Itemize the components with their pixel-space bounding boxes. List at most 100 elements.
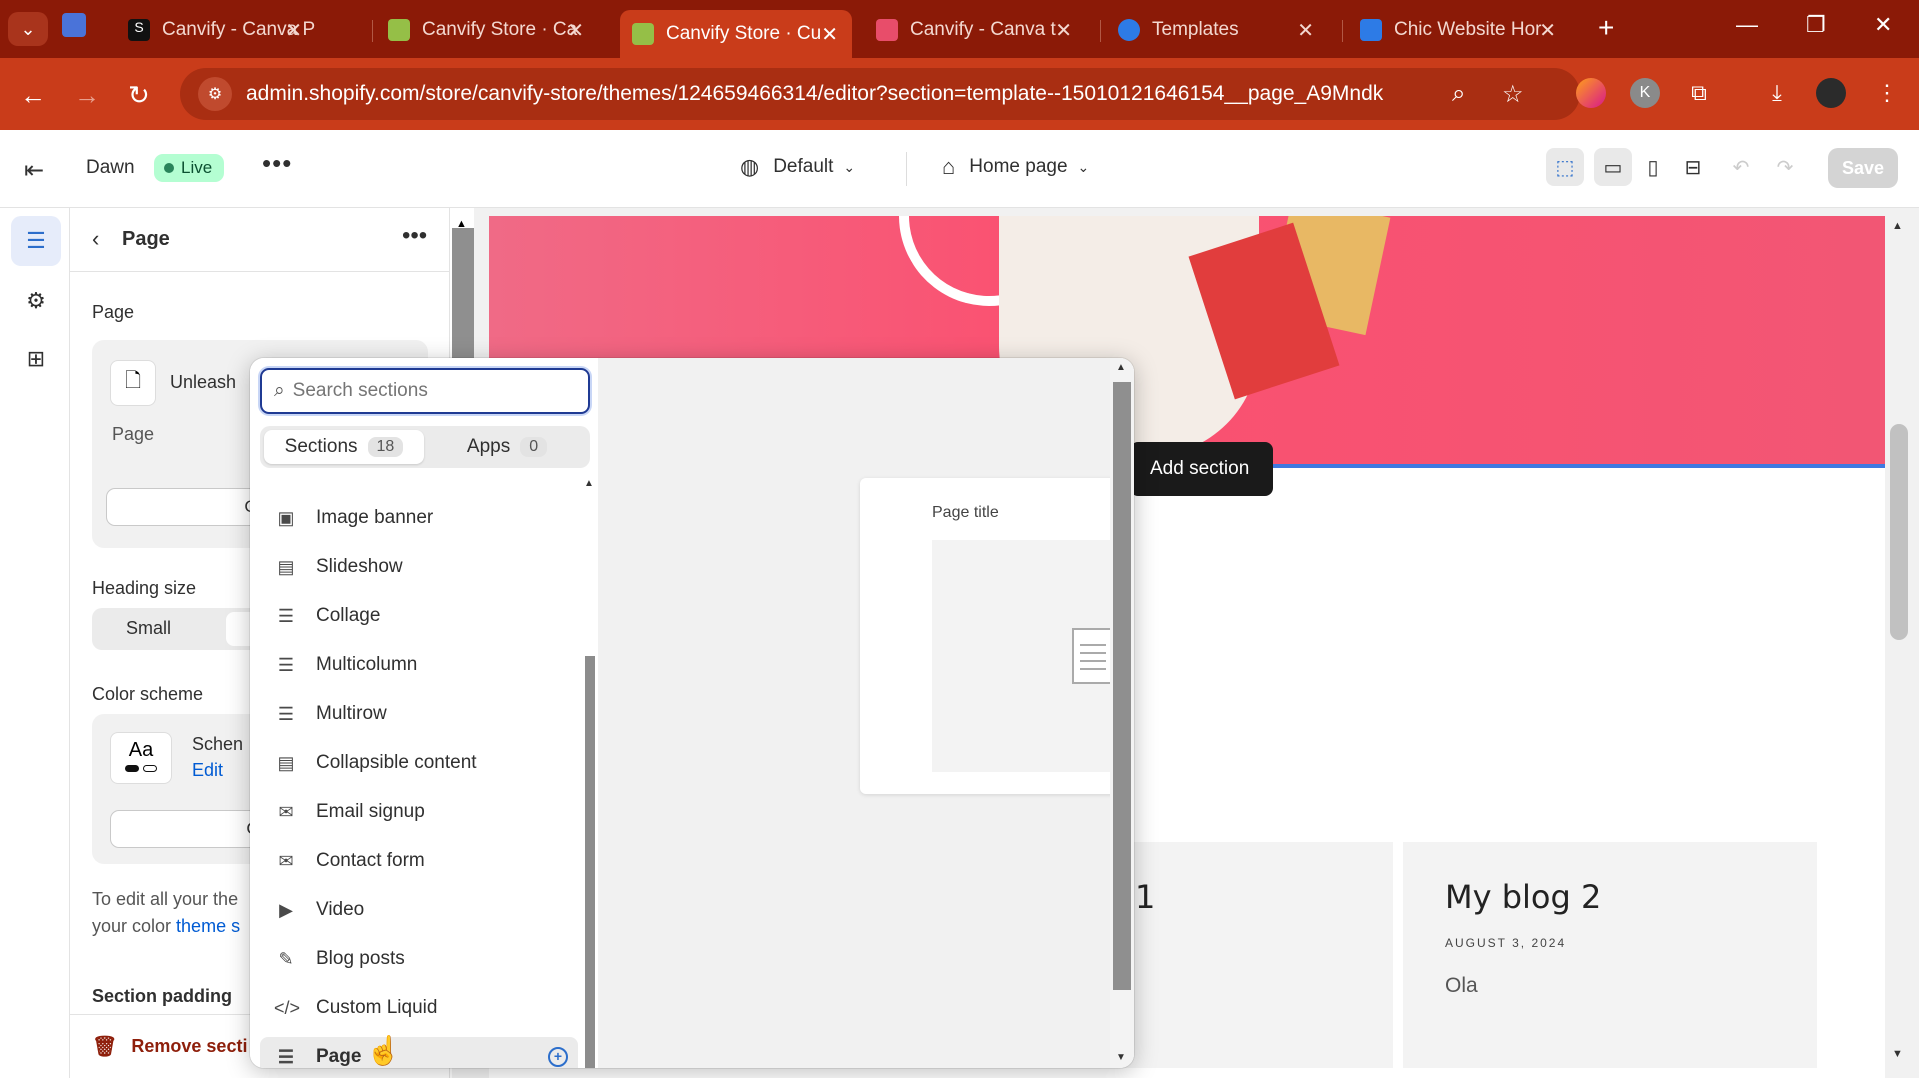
tab-close-icon[interactable]: ✕ [821,22,838,47]
profile-k-avatar[interactable]: K [1630,78,1660,108]
browser-toolbar: ← → ↻ ⚙ admin.shopify.com/store/canvify-… [0,58,1919,130]
picker-scroll-thumb[interactable] [1113,382,1131,990]
browser-tab[interactable]: Chic Website Hor ✕ [1348,10,1570,50]
browser-tab[interactable]: Canvify - Canva t ✕ [864,10,1086,50]
desktop-view-icon[interactable]: ▭ [1594,148,1632,186]
tab-close-icon[interactable]: ✕ [567,18,584,43]
fullscreen-view-icon[interactable]: ⊟ [1674,148,1712,186]
section-item-label: Custom Liquid [316,997,438,1018]
email-icon: ✉ [278,850,294,871]
close-window-icon[interactable]: ✕ [1874,12,1892,38]
canva-favicon-icon [1118,19,1140,41]
mobile-view-icon[interactable]: ▯ [1634,148,1672,186]
scheme-name: Schen [192,734,244,754]
page-selector[interactable]: ⌂ Home page ⌄ [942,154,1089,180]
search-input[interactable] [292,380,563,402]
section-item-multicolumn[interactable]: ☰ Multicolumn [260,645,578,685]
extensions-puzzle-icon[interactable]: ⧉ [1684,78,1714,108]
address-bar[interactable]: ⚙ admin.shopify.com/store/canvify-store/… [180,68,1580,120]
tab-apps[interactable]: Apps 0 [428,430,586,464]
theme-settings-gear-icon[interactable]: ⚙ [11,276,61,326]
tab-separator [372,20,373,42]
reload-icon[interactable]: ↻ [128,80,150,111]
new-tab-plus-icon[interactable]: + [1598,12,1614,44]
undo-icon[interactable]: ↶ [1722,148,1760,186]
template-selector[interactable]: ◍ Default ⌄ [740,154,855,180]
download-icon[interactable]: ⤓ [1762,78,1792,108]
back-arrow-icon[interactable]: ← [20,80,46,111]
section-list-scroll-thumb[interactable] [585,656,595,1068]
list-icon: ▤ [277,752,295,773]
sections-count-badge: 18 [367,437,404,457]
scroll-up-arrow-icon[interactable]: ▲ [1116,362,1126,373]
save-button[interactable]: Save [1828,148,1898,188]
preview-scrollbar[interactable]: ▲ ▼ [1888,216,1910,1078]
scheme-primary-pill [125,765,139,772]
blog-date: AUGUST 3, 2024 [1445,936,1567,950]
minimize-icon[interactable]: — [1736,12,1758,38]
tab-close-icon[interactable]: ✕ [1055,18,1072,43]
tab-sections[interactable]: Sections 18 [264,430,424,464]
browser-tab[interactable]: Templates ✕ [1106,10,1328,50]
section-item-multirow[interactable]: ☰ Multirow [260,694,578,734]
bookmark-star-icon[interactable]: ☆ [1502,80,1524,109]
add-circle-icon[interactable]: + [548,1047,568,1067]
section-item-blog-posts[interactable]: ✎ Blog posts [260,939,578,979]
heading-size-label: Heading size [92,578,197,598]
scheme-edit-link[interactable]: Edit [192,760,223,781]
exit-editor-icon[interactable]: ⇤ [24,156,44,185]
scroll-up-arrow-icon[interactable]: ▲ [584,478,594,489]
redo-icon[interactable]: ↷ [1766,148,1804,186]
tab-title: Templates [1152,19,1239,40]
back-chevron-icon[interactable]: ‹ [92,226,99,252]
section-item-collapsible-content[interactable]: ▤ Collapsible content [260,743,578,783]
tab-close-icon[interactable]: ✕ [1297,18,1314,43]
tab-title: Chic Website Hor [1394,19,1542,40]
preview-scroll-thumb[interactable] [1890,424,1908,640]
blog-card[interactable]: My blog 2 AUGUST 3, 2024 Ola [1403,842,1817,1068]
picker-scrollbar[interactable]: ▲ ▼ [1110,358,1134,1068]
inspector-select-icon[interactable]: ⬚ [1546,148,1584,186]
section-item-page[interactable]: ☰ Page + [260,1037,578,1068]
chrome-menu-icon[interactable]: ⋮ [1872,78,1902,108]
zoom-icon[interactable]: ⌕ [1452,80,1465,108]
docs-favicon[interactable] [62,13,86,37]
heading-size-small[interactable]: Small [126,618,171,639]
picker-tabs: Sections 18 Apps 0 [260,426,590,468]
scroll-down-arrow-icon[interactable]: ▼ [1892,1048,1903,1060]
more-actions-icon[interactable]: ••• [262,148,292,179]
section-item-collage[interactable]: ☰ Collage [260,596,578,636]
tab-close-icon[interactable]: ✕ [285,18,302,43]
section-item-slideshow[interactable]: ▤ Slideshow [260,547,578,587]
section-list: ▣ Image banner ▤ Slideshow ☰ Collage ☰ Multi… [250,488,580,1068]
browser-tab[interactable]: Canvify Store · Ca ✕ [376,10,598,50]
section-item-video[interactable]: ▶ Video [260,890,578,930]
theme-settings-link[interactable]: theme s [176,916,240,936]
tab-close-icon[interactable]: ✕ [1539,18,1556,43]
browser-tab[interactable]: S Canvify - Canva P ✕ [116,10,316,50]
forward-arrow-icon[interactable]: → [74,80,100,111]
extension-icon[interactable] [1576,78,1606,108]
tab-search-chevron-icon[interactable]: ⌄ [8,12,48,46]
layout-icon: ☰ [277,1046,295,1067]
restore-icon[interactable]: ❐ [1806,12,1826,38]
section-item-image-banner[interactable]: ▣ Image banner [260,498,578,538]
section-item-email-signup[interactable]: ✉ Email signup [260,792,578,832]
panel-more-icon[interactable]: ••• [402,222,427,250]
site-info-icon[interactable]: ⚙ [198,77,232,111]
layout-icon: ☰ [277,605,295,626]
panel-header: ‹ Page ••• [70,208,449,272]
remove-section-button[interactable]: 🗑 Remove secti [92,1034,247,1059]
user-avatar[interactable] [1816,78,1846,108]
section-item-custom-liquid[interactable]: </> Custom Liquid [260,988,578,1028]
section-list-scrollbar[interactable]: ▲ [584,478,596,1068]
section-item-contact-form[interactable]: ✉ Contact form [260,841,578,881]
scroll-down-arrow-icon[interactable]: ▼ [1116,1052,1126,1063]
section-search-field[interactable]: ⌕ [260,368,590,414]
scroll-up-arrow-icon[interactable]: ▲ [1892,220,1903,232]
page-field-label: Page [92,302,135,322]
browser-tab-active[interactable]: Canvify Store · Cu ✕ [620,10,852,58]
app-embeds-icon[interactable]: ⊞ [11,334,61,384]
sections-icon[interactable]: ☰ [11,216,61,266]
add-section-button[interactable]: Add section [1130,442,1274,496]
